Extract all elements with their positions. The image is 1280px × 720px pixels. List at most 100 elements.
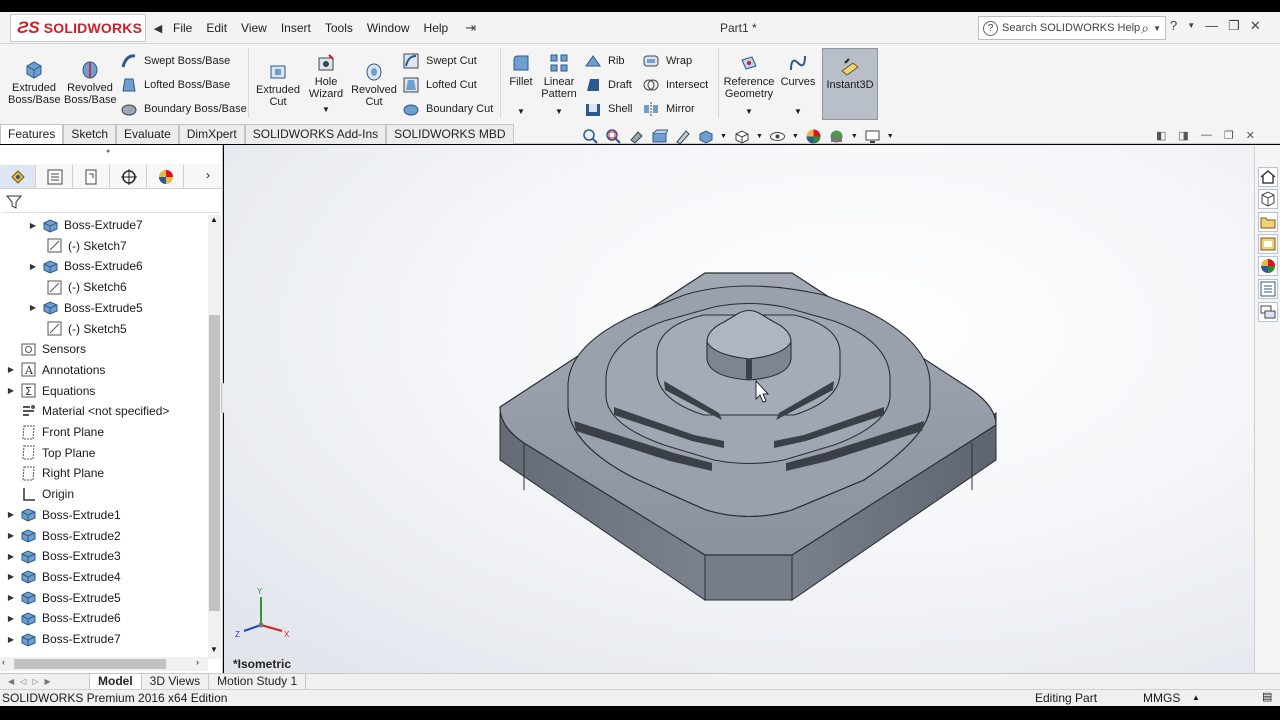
tree-node[interactable]: ▶ Boss-Extrude6	[28, 256, 143, 276]
linear-pattern-dropdown-icon[interactable]: ▼	[540, 106, 578, 118]
extruded-boss-button[interactable]: Extruded Boss/Base	[8, 58, 61, 106]
help-search-input[interactable]: Search SOLIDWORKS Help	[1002, 22, 1140, 34]
menu-collapse-icon[interactable]: ◀	[150, 22, 166, 35]
revolved-boss-button[interactable]: Revolved Boss/Base	[64, 58, 117, 106]
instant3d-button[interactable]: Instant3D	[822, 48, 878, 120]
curves-button[interactable]: Curves ▼	[778, 52, 818, 118]
tab-sketch[interactable]: Sketch	[63, 124, 117, 144]
tab-last-icon[interactable]: ▶	[44, 677, 50, 686]
tab-mbd[interactable]: SOLIDWORKS MBD	[386, 124, 514, 144]
tree-node[interactable]: Top Plane	[6, 443, 95, 463]
view-settings-icon[interactable]	[864, 128, 881, 145]
forum-tab[interactable]	[1258, 302, 1278, 322]
file-explorer-tab[interactable]	[1258, 212, 1278, 232]
intersect-button[interactable]: Intersect	[642, 76, 708, 94]
view-orientation-icon[interactable]	[697, 128, 714, 145]
status-resize-icon[interactable]: ▤	[1262, 690, 1272, 703]
scroll-down-icon[interactable]: ▼	[210, 645, 218, 654]
hide-show-items-icon[interactable]	[769, 128, 786, 145]
design-library-tab[interactable]	[1258, 189, 1278, 209]
expand-arrow-icon[interactable]: ▶	[6, 593, 16, 602]
tree-node[interactable]: ▶ Boss-Extrude1	[6, 505, 121, 525]
expand-arrow-icon[interactable]: ▶	[28, 303, 38, 312]
tree-node[interactable]: ▶ Boss-Extrude4	[6, 567, 121, 587]
curves-dropdown-icon[interactable]: ▼	[778, 106, 818, 118]
shell-button[interactable]: Shell	[584, 100, 632, 118]
view-palette-tab[interactable]	[1258, 234, 1278, 254]
hole-wizard-button[interactable]: Hole Wizard ▼	[304, 52, 348, 116]
viewport-prev-pane-icon[interactable]: ◧	[1156, 129, 1166, 142]
menu-view[interactable]: View	[234, 21, 274, 35]
tab-next-icon[interactable]: ▷	[32, 677, 38, 686]
scroll-up-icon[interactable]: ▲	[210, 215, 218, 224]
menu-window[interactable]: Window	[360, 21, 417, 35]
view-orientation-dropdown-icon[interactable]: ▼	[720, 133, 727, 140]
expand-arrow-icon[interactable]: ▶	[6, 552, 16, 561]
hole-wizard-dropdown-icon[interactable]: ▼	[304, 104, 348, 116]
viewport-restore-icon[interactable]: ❐	[1224, 129, 1234, 142]
tree-node[interactable]: ▶ Boss-Extrude7	[28, 215, 143, 235]
tab-dimxpert[interactable]: DimXpert	[178, 124, 245, 144]
configuration-manager-tab[interactable]	[74, 165, 110, 188]
expand-arrow-icon[interactable]: ▶	[6, 531, 16, 540]
reference-geometry-dropdown-icon[interactable]: ▼	[722, 106, 776, 118]
scroll-left-icon[interactable]: ‹	[2, 657, 5, 667]
tree-node[interactable]: ▶ Boss-Extrude3	[6, 546, 121, 566]
close-icon[interactable]: ✕	[1250, 18, 1261, 34]
boundary-boss-button[interactable]: Boundary Boss/Base	[120, 100, 247, 118]
tab-prev-icon[interactable]: ◁	[20, 677, 26, 686]
menu-tools[interactable]: Tools	[318, 21, 360, 35]
tree-node[interactable]: ▶ Boss-Extrude6	[6, 608, 121, 628]
menu-edit[interactable]: Edit	[199, 21, 234, 35]
tab-motion-study-1[interactable]: Motion Study 1	[209, 673, 307, 690]
feature-manager-tab[interactable]	[0, 165, 36, 188]
help-dropdown-icon[interactable]: ▼	[1187, 18, 1195, 34]
tree-node[interactable]: ▶ A Annotations	[6, 360, 105, 380]
panel-tabs-more-icon[interactable]: ›	[206, 168, 210, 182]
tree-horizontal-scrollbar[interactable]: ‹ ›	[0, 657, 208, 671]
panel-splitter-dot[interactable]: ●	[106, 148, 110, 155]
expand-arrow-icon[interactable]: ▶	[6, 614, 16, 623]
solidworks-logo[interactable]: ƧS SOLIDWORKS	[10, 14, 146, 42]
part-model[interactable]	[224, 145, 1254, 675]
fillet-dropdown-icon[interactable]: ▼	[504, 106, 538, 118]
dimxpert-manager-tab[interactable]	[111, 165, 147, 188]
tree-node[interactable]: Sensors	[6, 339, 86, 359]
tree-node[interactable]: (-) Sketch5	[28, 319, 127, 339]
menu-help[interactable]: Help	[417, 21, 456, 35]
apply-scene-icon[interactable]	[828, 128, 845, 145]
draft-button[interactable]: Draft	[584, 76, 632, 94]
solidworks-resources-tab[interactable]	[1258, 167, 1278, 187]
help-search-box[interactable]: ? Search SOLIDWORKS Help ⌕ ▼	[978, 16, 1166, 40]
expand-arrow-icon[interactable]: ▶	[28, 262, 38, 271]
search-icon[interactable]: ⌕	[1141, 20, 1149, 37]
zoom-to-area-icon[interactable]	[605, 128, 622, 145]
expand-arrow-icon[interactable]: ▶	[6, 365, 16, 374]
mirror-button[interactable]: Mirror	[642, 100, 695, 118]
filter-icon[interactable]	[6, 194, 22, 210]
dynamic-annotation-icon[interactable]	[674, 128, 691, 145]
lofted-cut-button[interactable]: Lofted Cut	[402, 76, 477, 94]
tree-node[interactable]: (-) Sketch7	[28, 236, 127, 256]
view-settings-dropdown-icon[interactable]: ▼	[887, 133, 894, 140]
scroll-right-icon[interactable]: ›	[196, 657, 199, 667]
tree-node[interactable]: Front Plane	[6, 422, 104, 442]
tree-node[interactable]: ▶ Boss-Extrude7	[6, 629, 121, 649]
custom-properties-tab[interactable]	[1258, 279, 1278, 299]
tree-vertical-scrollbar[interactable]: ▲ ▼	[208, 215, 221, 659]
fillet-button[interactable]: Fillet ▼	[504, 52, 538, 118]
tree-node[interactable]: Material <not specified>	[6, 401, 169, 421]
section-view-icon[interactable]	[651, 128, 668, 145]
graphics-area[interactable]: Y X Z *Isometric	[224, 145, 1254, 675]
hide-show-dropdown-icon[interactable]: ▼	[792, 133, 799, 140]
tab-3d-views[interactable]: 3D Views	[142, 673, 210, 690]
appearances-tab[interactable]	[1258, 256, 1278, 276]
wrap-button[interactable]: Wrap	[642, 52, 692, 70]
expand-arrow-icon[interactable]: ▶	[6, 386, 16, 395]
tree-filter-row[interactable]	[2, 191, 220, 213]
lofted-boss-button[interactable]: Lofted Boss/Base	[120, 76, 230, 94]
display-manager-tab[interactable]	[148, 165, 184, 188]
viewport-next-pane-icon[interactable]: ◨	[1178, 129, 1188, 142]
tree-vertical-scroll-thumb[interactable]	[209, 315, 220, 611]
previous-view-icon[interactable]	[628, 128, 645, 145]
